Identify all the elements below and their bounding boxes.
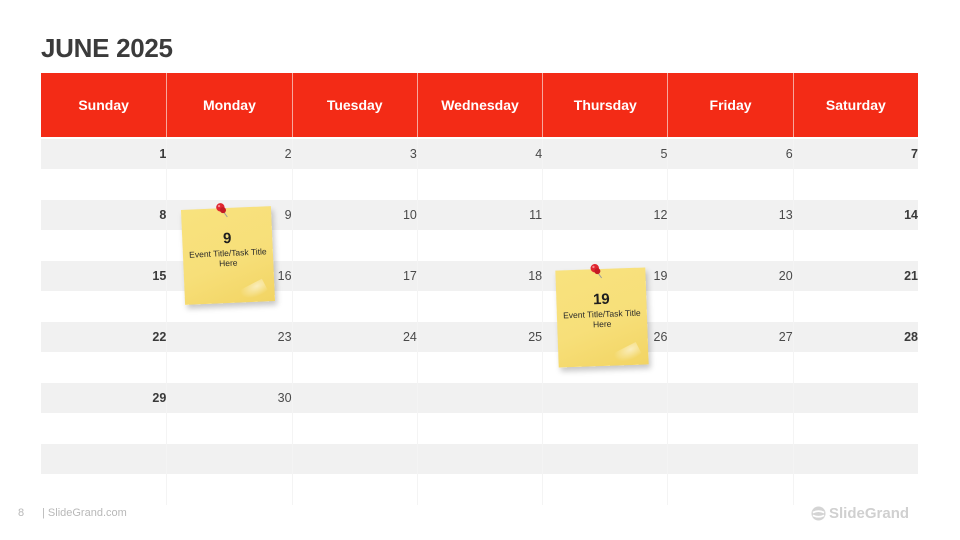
day-number: 18 [528, 269, 543, 283]
day-number: 11 [529, 208, 543, 222]
week-row: 29 30 [41, 383, 918, 444]
day-number: 10 [402, 208, 417, 222]
day-number: 13 [778, 208, 793, 222]
pushpin-icon [216, 203, 228, 218]
day-number: 7 [911, 147, 918, 161]
day-cell[interactable]: 22 [41, 322, 167, 383]
note-text: Event Title/Task Title Here [188, 246, 267, 269]
note-text: Event Title/Task Title Here [562, 307, 641, 330]
brand-name: SlideGrand [829, 505, 910, 522]
day-number: 24 [402, 330, 417, 344]
day-cell[interactable]: 2 [166, 139, 292, 200]
weekday-header: Sunday Monday Tuesday Wednesday Thursday… [41, 73, 918, 137]
brand-logo: SlideGrand [811, 505, 909, 522]
day-cell[interactable]: 23 [166, 322, 292, 383]
day-number: 6 [785, 147, 793, 161]
day-cell[interactable]: 14 [792, 200, 918, 261]
empty-day-cell [41, 444, 167, 505]
day-cell[interactable]: 5 [542, 139, 668, 200]
week-row: 8 9 10 11 12 13 14 [41, 200, 918, 261]
empty-day-cell [166, 444, 292, 505]
day-cell[interactable]: 12 [542, 200, 668, 261]
day-cell[interactable]: 8 [41, 200, 167, 261]
day-cell[interactable]: 25 [416, 322, 543, 383]
day-number: 3 [409, 147, 417, 161]
page-title: JUNE 2025 [41, 33, 173, 63]
day-number: 25 [528, 330, 543, 344]
day-number: 14 [904, 208, 918, 222]
day-cell[interactable]: 4 [416, 139, 543, 200]
weekday-tuesday: Tuesday [291, 73, 417, 137]
day-number: 2 [284, 147, 292, 161]
day-cell[interactable]: 3 [291, 139, 417, 200]
week-row [41, 444, 918, 505]
weekday-wednesday: Wednesday [416, 73, 542, 137]
footer-site-link: | SlideGrand.com [42, 507, 127, 519]
day-number: 16 [277, 269, 292, 283]
day-cell[interactable]: 6 [667, 139, 793, 200]
weeks-container: 1 2 3 4 5 6 7 8 9 10 11 12 13 14 15 16 17 18 19 20 21 22 23 24 2… [41, 139, 918, 505]
day-cell[interactable]: 7 [792, 139, 918, 200]
page-number: 8 [18, 507, 25, 519]
empty-day-cell [667, 383, 793, 444]
day-number: 27 [778, 330, 793, 344]
day-number: 21 [904, 269, 918, 283]
day-cell[interactable]: 17 [291, 261, 417, 322]
day-cell[interactable]: 29 [41, 383, 167, 444]
day-number: 29 [152, 391, 167, 405]
day-number: 30 [277, 391, 292, 405]
empty-day-cell [542, 444, 668, 505]
weekday-saturday: Saturday [792, 73, 918, 137]
empty-day-cell [542, 383, 668, 444]
pushpin-icon [590, 264, 603, 279]
empty-day-cell [291, 383, 417, 444]
day-cell[interactable]: 10 [291, 200, 417, 261]
weekday-sunday: Sunday [78, 97, 129, 113]
day-number: 19 [653, 269, 668, 283]
day-number: 20 [778, 269, 793, 283]
day-number: 26 [653, 330, 668, 344]
day-cell[interactable]: 18 [416, 261, 543, 322]
calendar-grid: Sunday Monday Tuesday Wednesday Thursday… [41, 73, 918, 505]
day-cell[interactable]: 27 [667, 322, 793, 383]
weekday-thursday: Thursday [542, 73, 667, 137]
day-cell[interactable]: 1 [41, 139, 167, 200]
day-number: 1 [159, 147, 167, 161]
day-cell[interactable]: 21 [792, 261, 918, 322]
weekday-friday: Friday [667, 73, 792, 137]
day-number: 8 [159, 208, 167, 222]
empty-day-cell [792, 444, 918, 505]
day-cell[interactable]: 24 [291, 322, 417, 383]
empty-day-cell [416, 383, 543, 444]
day-number: 17 [402, 269, 417, 283]
day-cell[interactable]: 20 [667, 261, 793, 322]
day-number: 12 [653, 208, 668, 222]
day-number: 9 [284, 208, 292, 222]
day-cell[interactable]: 30 [166, 383, 292, 444]
day-cell[interactable]: 28 [792, 322, 918, 383]
sticky-note[interactable]: 19 Event Title/Task Title Here [555, 264, 649, 368]
empty-day-cell [291, 444, 417, 505]
day-number: 15 [152, 269, 167, 283]
day-number: 5 [660, 147, 668, 161]
day-cell[interactable]: 15 [41, 261, 167, 322]
slidegrand-logo-icon [811, 506, 826, 521]
week-row: 15 16 17 18 19 20 21 [41, 261, 918, 322]
sticky-note[interactable]: 9 Event Title/Task Title Here [180, 203, 276, 305]
day-number: 28 [904, 330, 918, 344]
note-day: 19 [592, 290, 611, 309]
weekday-monday: Monday [166, 73, 291, 137]
empty-day-cell [416, 444, 543, 505]
empty-day-cell [667, 444, 793, 505]
week-row: 22 23 24 25 26 27 28 [41, 322, 918, 383]
day-cell[interactable]: 13 [667, 200, 793, 261]
day-number: 4 [535, 147, 543, 161]
day-number: 22 [152, 330, 167, 344]
day-cell[interactable]: 11 [416, 200, 543, 261]
day-number: 23 [277, 330, 292, 344]
empty-day-cell [792, 383, 918, 444]
week-row: 1 2 3 4 5 6 7 [41, 139, 918, 200]
